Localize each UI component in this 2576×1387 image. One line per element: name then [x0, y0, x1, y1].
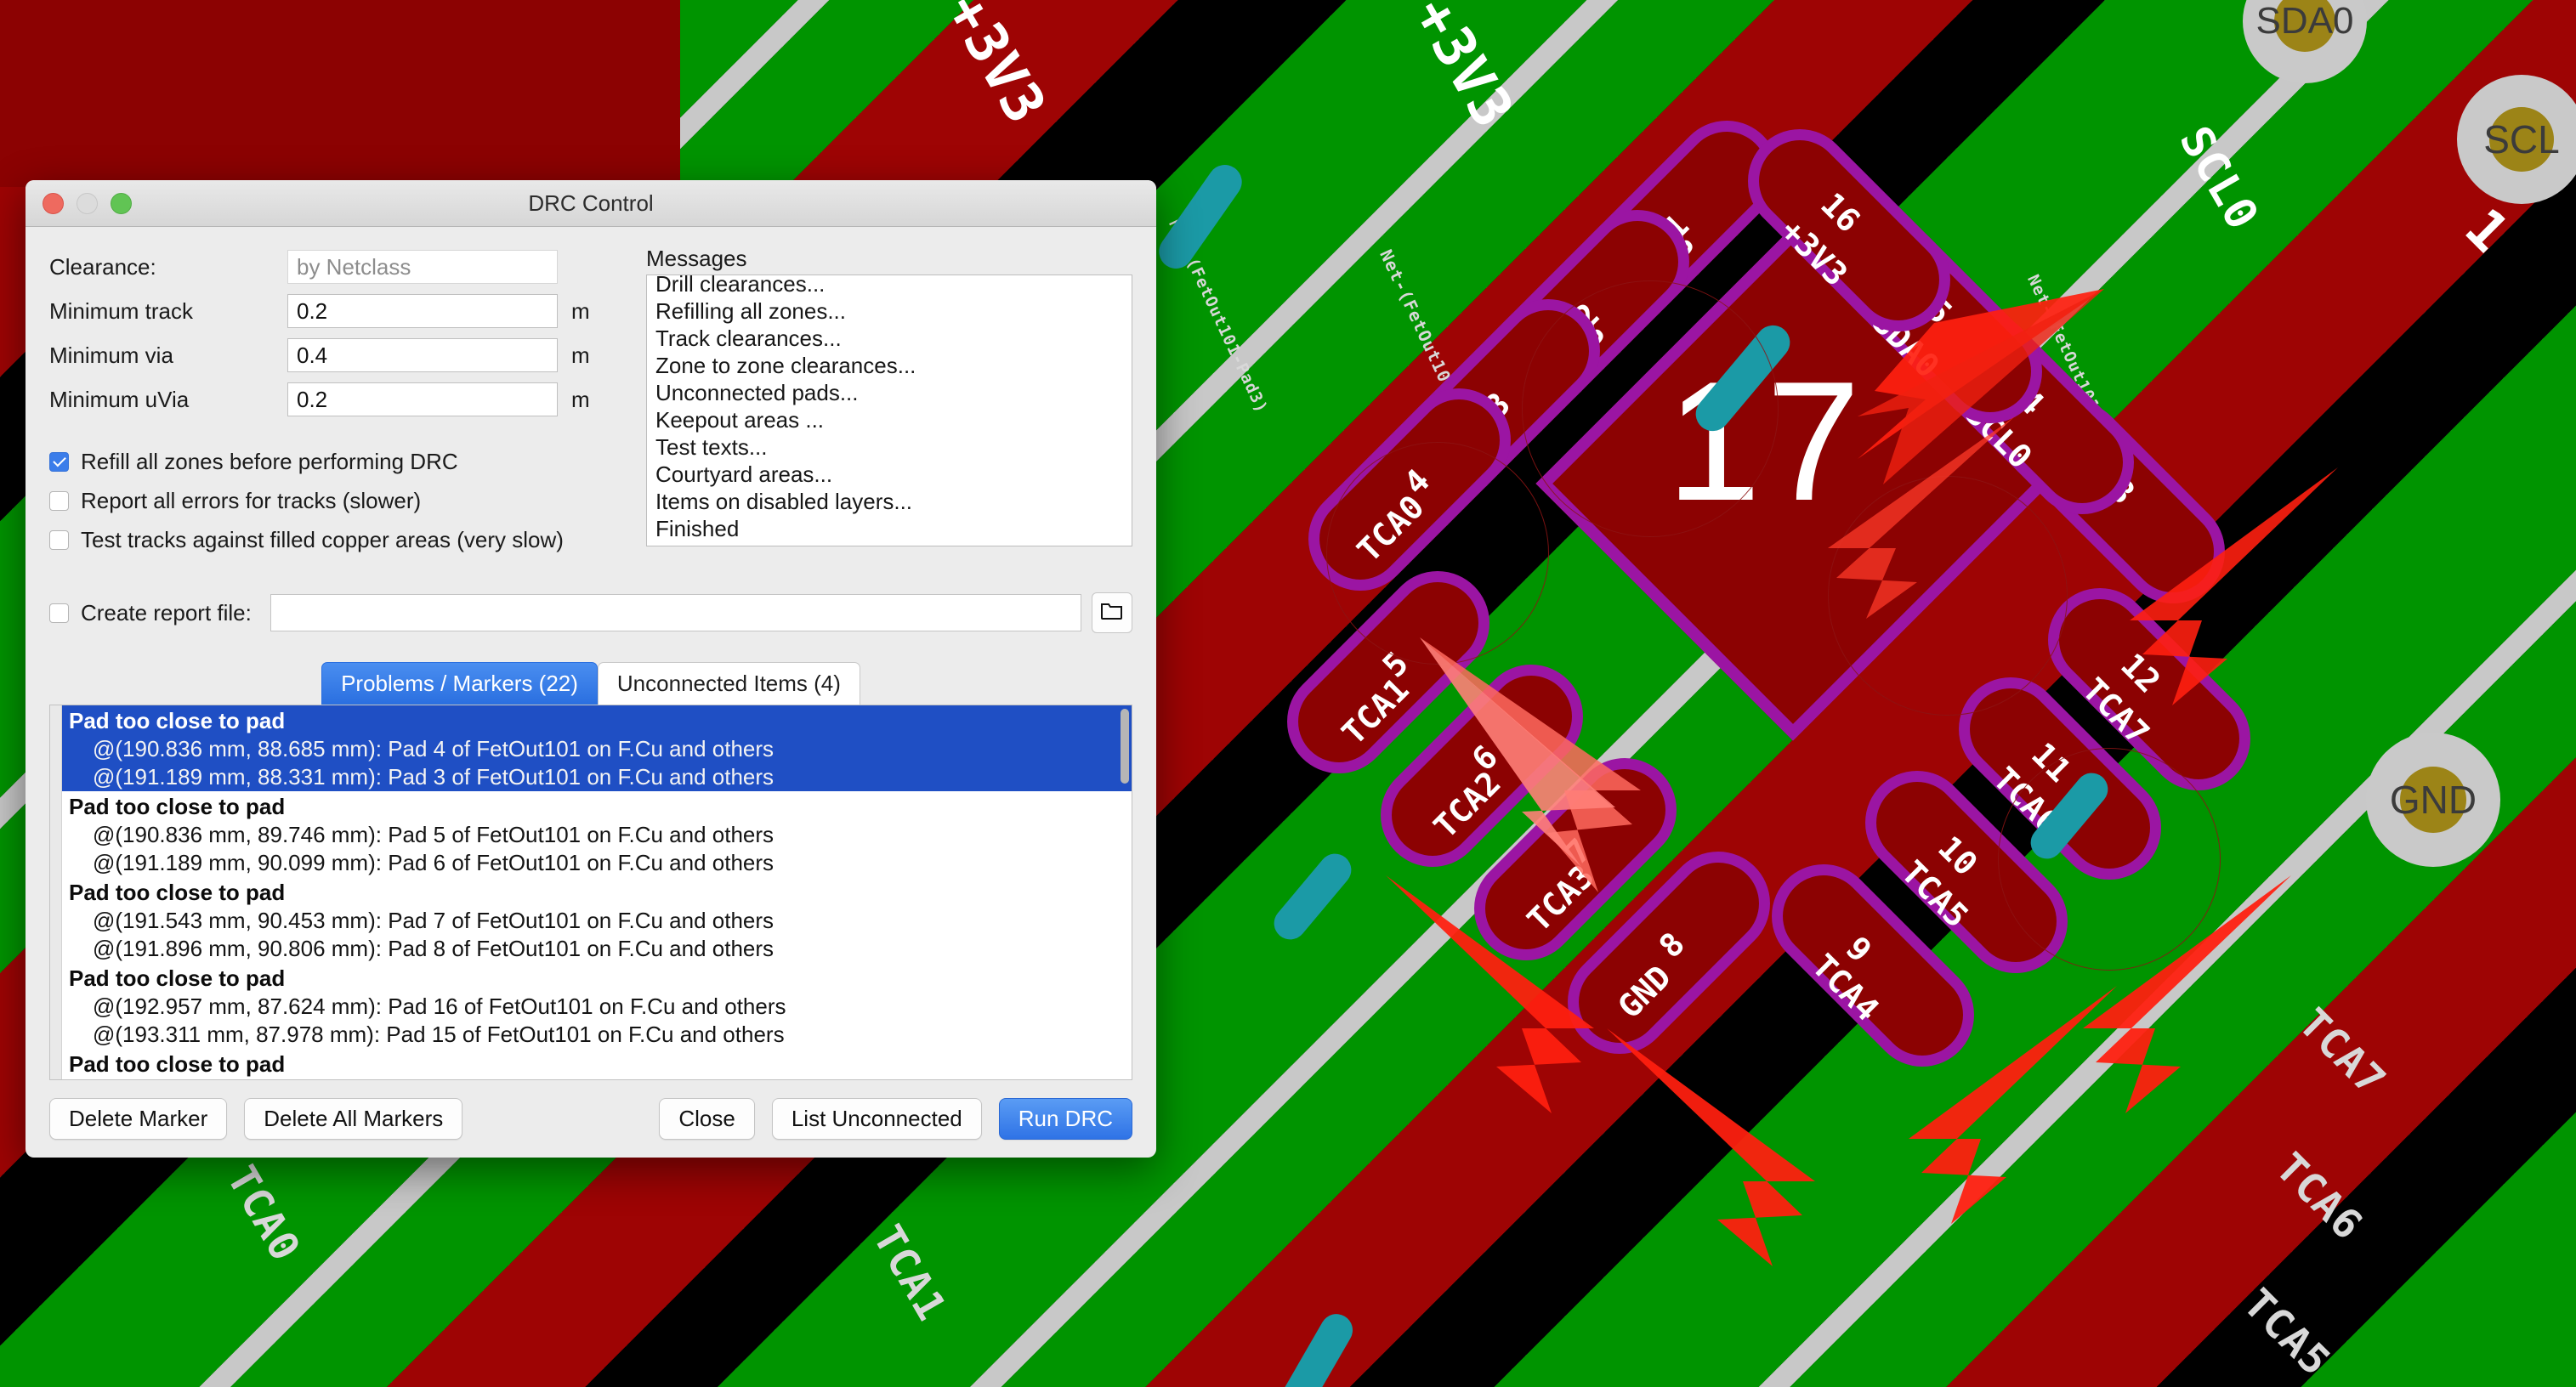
report-all-errors-checkbox[interactable] [49, 490, 69, 511]
minimum-track-label: Minimum track [49, 297, 194, 324]
marker-detail: @(193.311 mm, 87.978 mm): Pad 15 of FetO… [93, 1022, 785, 1047]
field-row-minimum-via: Minimum via 0.4 m [49, 334, 627, 376]
through-hole-pad-gnd-label: GND [2389, 778, 2477, 822]
tab-problems-markers[interactable]: Problems / Markers (22) [321, 662, 598, 705]
dialog-titlebar[interactable]: DRC Control [26, 180, 1156, 227]
refill-zones-label: Refill all zones before performing DRC [81, 448, 458, 474]
message-line: Drill clearances... [655, 275, 826, 297]
field-row-minimum-uvia: Minimum uVia 0.2 m [49, 378, 627, 421]
message-line: Refilling all zones... [655, 298, 846, 324]
minimum-track-unit: m [571, 297, 590, 324]
table-row[interactable]: Pad too close to pad @(192.957 mm, 90.80… [62, 1049, 1132, 1079]
messages-panel: Messages Drill clearances... Refilling a… [646, 246, 1132, 558]
checkbox-row-refill-zones[interactable]: Refill all zones before performing DRC [49, 443, 627, 480]
browse-report-file-button[interactable] [1092, 592, 1132, 633]
messages-list[interactable]: Drill clearances... Refilling all zones.… [646, 275, 1132, 546]
list-unconnected-button[interactable]: List Unconnected [771, 1098, 982, 1140]
marker-title: Pad too close to pad [69, 708, 286, 733]
close-button[interactable]: Close [659, 1098, 755, 1140]
dialog-button-bar: Delete Marker Delete All Markers Close L… [49, 1098, 1132, 1140]
field-row-clearance: Clearance: by Netclass [49, 246, 627, 288]
message-line: Finished [655, 516, 740, 541]
through-hole-pad-sda0-label: SDA0 [2255, 0, 2354, 42]
markers-list-gutter [50, 705, 62, 1079]
test-tracks-copper-label: Test tracks against filled copper areas … [81, 526, 564, 552]
message-line: Items on disabled layers... [655, 489, 913, 514]
dialog-body: Clearance: by Netclass Minimum track 0.2… [26, 227, 1156, 1158]
marker-detail: @(191.189 mm, 88.331 mm): Pad 3 of FetOu… [93, 764, 775, 790]
settings-and-messages-area: Clearance: by Netclass Minimum track 0.2… [49, 246, 1132, 558]
ratsnest-arc-2 [1522, 280, 1779, 537]
through-hole-pad-gnd[interactable]: GND [2366, 733, 2500, 867]
checkbox-row-report-all-errors[interactable]: Report all errors for tracks (slower) [49, 482, 627, 519]
through-hole-pad-scl[interactable]: SCL [2457, 75, 2576, 204]
marker-detail: @(190.836 mm, 89.746 mm): Pad 5 of FetOu… [93, 822, 775, 847]
folder-icon [1101, 602, 1123, 625]
copper-fill-f-cu [0, 0, 680, 187]
table-row[interactable]: Pad too close to pad @(191.543 mm, 90.45… [62, 877, 1132, 963]
minimum-via-unit: m [571, 342, 590, 368]
clearance-input[interactable]: by Netclass [287, 250, 558, 284]
checkbox-row-test-tracks-copper[interactable]: Test tracks against filled copper areas … [49, 521, 627, 558]
delete-all-markers-button[interactable]: Delete All Markers [244, 1098, 463, 1140]
marker-detail: @(191.896 mm, 90.806 mm): Pad 8 of FetOu… [93, 936, 775, 961]
field-row-minimum-track: Minimum track 0.2 m [49, 290, 627, 332]
create-report-file-row: Create report file: [49, 592, 1132, 633]
refill-zones-checkbox[interactable] [49, 451, 69, 472]
report-file-path-input[interactable] [270, 594, 1081, 631]
create-report-file-checkbox[interactable] [49, 603, 69, 623]
markers-list-scroll-area[interactable]: Pad too close to pad @(190.836 mm, 88.68… [62, 705, 1132, 1079]
marker-detail: @(191.543 mm, 90.453 mm): Pad 7 of FetOu… [93, 908, 775, 933]
marker-title: Pad too close to pad [69, 1051, 286, 1077]
create-report-file-label: Create report file: [81, 599, 252, 626]
dialog-buttons-right: Close List Unconnected Run DRC [659, 1098, 1132, 1140]
marker-detail: @(192.957 mm, 90.806 mm): Pad 9 of FetOu… [62, 1078, 1132, 1079]
minimum-uvia-unit: m [571, 386, 590, 412]
dialog-title: DRC Control [528, 190, 654, 216]
through-hole-pad-scl-label: SCL [2483, 117, 2560, 161]
messages-title: Messages [646, 246, 747, 271]
clearance-label: Clearance: [49, 253, 156, 280]
marker-detail: @(191.189 mm, 90.099 mm): Pad 6 of FetOu… [93, 850, 775, 875]
marker-detail: @(190.836 mm, 88.685 mm): Pad 4 of FetOu… [93, 736, 775, 761]
markers-list[interactable]: Pad too close to pad @(190.836 mm, 88.68… [49, 705, 1132, 1080]
results-tabs[interactable]: Problems / Markers (22) Unconnected Item… [49, 662, 1132, 705]
minimum-via-input[interactable]: 0.4 [287, 338, 558, 372]
marker-title: Pad too close to pad [69, 794, 286, 819]
message-line: Courtyard areas... [655, 461, 833, 487]
dialog-buttons-left: Delete Marker Delete All Markers [49, 1098, 463, 1140]
tab-unconnected-items[interactable]: Unconnected Items (4) [597, 662, 860, 705]
delete-marker-button[interactable]: Delete Marker [49, 1098, 228, 1140]
marker-title: Pad too close to pad [69, 880, 286, 905]
marker-detail: @(192.957 mm, 87.624 mm): Pad 16 of FetO… [93, 994, 786, 1019]
drc-settings-form: Clearance: by Netclass Minimum track 0.2… [49, 246, 627, 558]
message-line: Test texts... [655, 434, 768, 460]
minimum-uvia-label: Minimum uVia [49, 386, 190, 412]
message-line: Unconnected pads... [655, 380, 859, 405]
drc-control-dialog[interactable]: DRC Control Clearance: by Netclass Minim… [26, 180, 1156, 1158]
minimum-uvia-input[interactable]: 0.2 [287, 382, 558, 416]
minimum-via-label: Minimum via [49, 342, 173, 368]
table-row[interactable]: Pad too close to pad @(190.836 mm, 89.74… [62, 791, 1132, 877]
test-tracks-copper-checkbox[interactable] [49, 529, 69, 550]
message-line: Zone to zone clearances... [655, 353, 916, 378]
run-drc-button[interactable]: Run DRC [998, 1098, 1132, 1140]
marker-title: Pad too close to pad [69, 965, 286, 991]
message-line: Keepout areas ... [655, 407, 825, 433]
table-row[interactable]: Pad too close to pad @(192.957 mm, 87.62… [62, 963, 1132, 1049]
report-all-errors-label: Report all errors for tracks (slower) [81, 487, 422, 513]
minimum-track-input[interactable]: 0.2 [287, 294, 558, 328]
markers-list-scrollbar[interactable] [1121, 709, 1129, 784]
message-line: Track clearances... [655, 326, 842, 351]
table-row[interactable]: Pad too close to pad @(190.836 mm, 88.68… [62, 705, 1132, 791]
